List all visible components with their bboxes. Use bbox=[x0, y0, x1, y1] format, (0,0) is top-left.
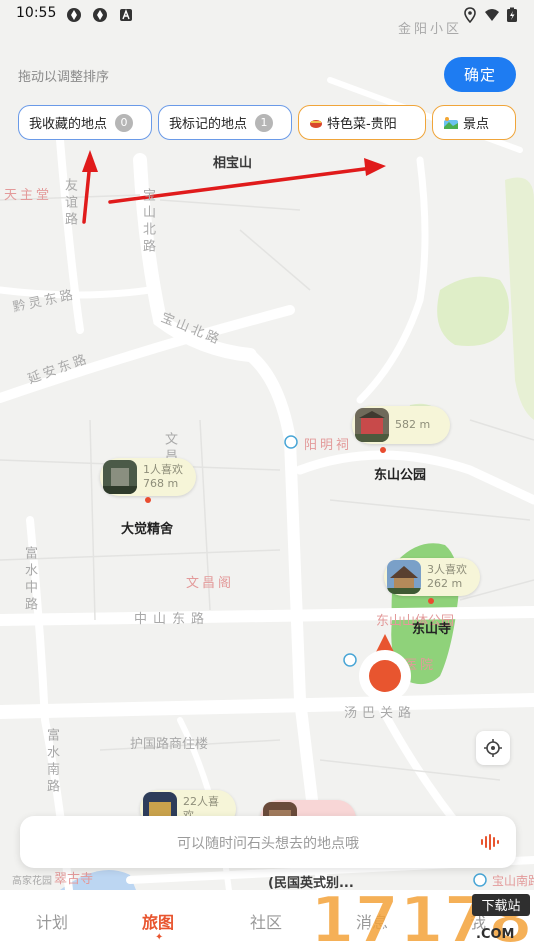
scenic-icon bbox=[444, 116, 458, 129]
map-label-baoshan-north-v: 宝山北路 bbox=[140, 188, 155, 256]
map-label-gaojia-garden: 高家花园 bbox=[12, 876, 52, 887]
nav-tab-plan[interactable]: 计划 bbox=[36, 909, 68, 933]
map-label-you-road: 友谊路 bbox=[62, 178, 77, 229]
map-label-xiangbaoshan: 相宝山 bbox=[213, 156, 253, 171]
nav-tab-community[interactable]: 社区 bbox=[250, 909, 282, 933]
ask-search-bar[interactable]: 可以随时问石头想去的地点哦 bbox=[20, 816, 516, 868]
chip-favorites[interactable]: 我收藏的地点 0 bbox=[18, 105, 152, 140]
chip-marked-label: 我标记的地点 bbox=[169, 117, 248, 132]
status-bar: 10:55 bbox=[0, 0, 534, 28]
chip-specialty-food-label: 特色菜-贵阳 bbox=[327, 117, 397, 132]
crosshair-icon bbox=[484, 739, 502, 757]
place-distance: 768 m bbox=[143, 477, 179, 490]
app-notification-icon bbox=[93, 8, 107, 22]
reorder-hint: 拖动以调整排序 bbox=[18, 70, 110, 85]
chip-scenic[interactable]: 景点 bbox=[432, 105, 516, 140]
chip-specialty-food[interactable]: 特色菜-贵阳 bbox=[298, 105, 426, 140]
map-label-yuegu-temple: 翠古寺 bbox=[54, 872, 94, 887]
place-name-dongshan-park[interactable]: 东山公园 bbox=[374, 464, 426, 483]
chip-favorites-count: 0 bbox=[115, 113, 134, 132]
map-label-tianzhutang: 天主堂 bbox=[4, 188, 53, 203]
confirm-button[interactable]: 确定 bbox=[444, 57, 516, 92]
map-label-huguolu-residence: 护国路商住楼 bbox=[130, 737, 209, 752]
place-name-dajue-jingshe[interactable]: 大觉精舍 bbox=[121, 518, 173, 537]
location-icon bbox=[464, 7, 476, 23]
place-likes: 3人喜欢 bbox=[427, 563, 467, 576]
battery-icon bbox=[507, 7, 517, 22]
search-placeholder: 可以随时问石头想去的地点哦 bbox=[177, 836, 359, 852]
chip-favorites-label: 我收藏的地点 bbox=[29, 117, 108, 132]
map-label-wenchang-ge: 文昌阁 bbox=[186, 576, 235, 591]
place-thumbnail bbox=[387, 560, 421, 594]
watermark-logo: 17178 下载站 .COM bbox=[309, 884, 534, 950]
svg-text:下载站: 下载站 bbox=[481, 899, 520, 914]
place-thumbnail bbox=[103, 460, 137, 494]
map-label-fushui-middle: 富水中路 bbox=[22, 546, 37, 614]
place-card-dongshan-park[interactable]: 582 m bbox=[352, 406, 450, 444]
place-card-dongshan-temple[interactable]: 3人喜欢 262 m bbox=[384, 558, 480, 596]
voice-wave-icon[interactable] bbox=[478, 831, 500, 853]
text-box-icon bbox=[120, 9, 132, 21]
map-label-zhongshan-east-road: 中山东路 bbox=[134, 612, 211, 627]
current-location-pin-icon[interactable] bbox=[352, 632, 418, 716]
chip-scenic-label: 景点 bbox=[463, 117, 490, 132]
place-thumbnail bbox=[355, 408, 389, 442]
map-label-yangming-ci: 阳明祠 bbox=[304, 438, 353, 453]
place-card-dajue-jingshe[interactable]: 1人喜欢 768 m bbox=[100, 458, 196, 496]
place-marker-dot bbox=[380, 447, 386, 453]
status-time: 10:55 bbox=[16, 5, 57, 21]
locate-me-button[interactable] bbox=[476, 731, 510, 765]
chip-marked[interactable]: 我标记的地点 1 bbox=[158, 105, 292, 140]
place-marker-dot bbox=[428, 598, 434, 604]
food-bowl-icon bbox=[310, 119, 322, 128]
svg-text:.COM: .COM bbox=[476, 927, 514, 942]
place-marker-dot bbox=[145, 497, 151, 503]
app-notification-icon bbox=[67, 8, 81, 22]
chip-marked-count: 1 bbox=[255, 113, 274, 132]
wifi-icon bbox=[485, 9, 499, 21]
place-distance: 262 m bbox=[427, 577, 463, 590]
map-label-fushui-south: 富水南路 bbox=[44, 728, 59, 796]
place-likes: 1人喜欢 bbox=[143, 463, 183, 476]
active-tab-indicator-icon: ✦ bbox=[155, 932, 164, 943]
nav-tab-map[interactable]: 旅图 bbox=[142, 909, 174, 933]
place-distance: 582 m bbox=[395, 418, 431, 431]
